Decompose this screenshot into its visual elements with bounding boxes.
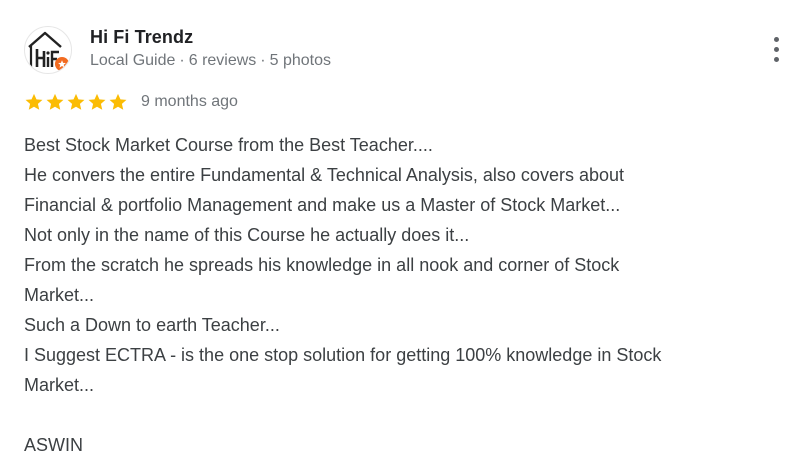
star-icon xyxy=(87,92,107,112)
review-text-line: ASWIN xyxy=(24,435,84,455)
review-text-line: Market... xyxy=(24,285,95,305)
review-text-line: From the scratch he spreads his knowledg… xyxy=(24,255,620,275)
more-vert-icon xyxy=(774,47,779,52)
more-vert-icon xyxy=(774,37,779,42)
author-meta: Local Guide · 6 reviews · 5 photos xyxy=(90,52,331,70)
review-text-line xyxy=(24,400,794,430)
review-text-line: He convers the entire Fundamental & Tech… xyxy=(24,165,624,185)
hifi-logo-icon xyxy=(28,31,69,71)
star-rating xyxy=(24,92,129,112)
review-text-line: Financial & portfolio Management and mak… xyxy=(24,195,621,215)
star-icon xyxy=(45,92,65,112)
review-date: 9 months ago xyxy=(141,93,238,110)
review-card: Hi Fi Trendz Local Guide · 6 reviews · 5 pho… xyxy=(0,0,805,470)
meta-separator: · xyxy=(260,52,266,69)
review-text-line: Best Stock Market Course from the Best T… xyxy=(24,135,433,155)
author-avatar[interactable] xyxy=(24,26,72,74)
star-icon xyxy=(24,92,44,112)
more-options-button[interactable] xyxy=(764,34,788,66)
review-text-line: Not only in the name of this Course he a… xyxy=(24,225,470,245)
author-name[interactable]: Hi Fi Trendz xyxy=(90,27,193,48)
review-count: 6 reviews xyxy=(188,52,257,69)
rating-row: 9 months ago xyxy=(24,90,238,114)
star-icon xyxy=(66,92,86,112)
more-vert-icon xyxy=(774,57,779,62)
review-text-line: Such a Down to earth Teacher... xyxy=(24,315,280,335)
star-icon xyxy=(108,92,128,112)
review-text: Best Stock Market Course from the Best T… xyxy=(24,130,794,460)
photo-count: 5 photos xyxy=(269,52,332,69)
local-guide-badge: Local Guide xyxy=(90,52,176,69)
review-text-line: Market... xyxy=(24,375,95,395)
meta-separator: · xyxy=(179,52,185,69)
review-text-line: I Suggest ECTRA - is the one stop soluti… xyxy=(24,345,662,365)
